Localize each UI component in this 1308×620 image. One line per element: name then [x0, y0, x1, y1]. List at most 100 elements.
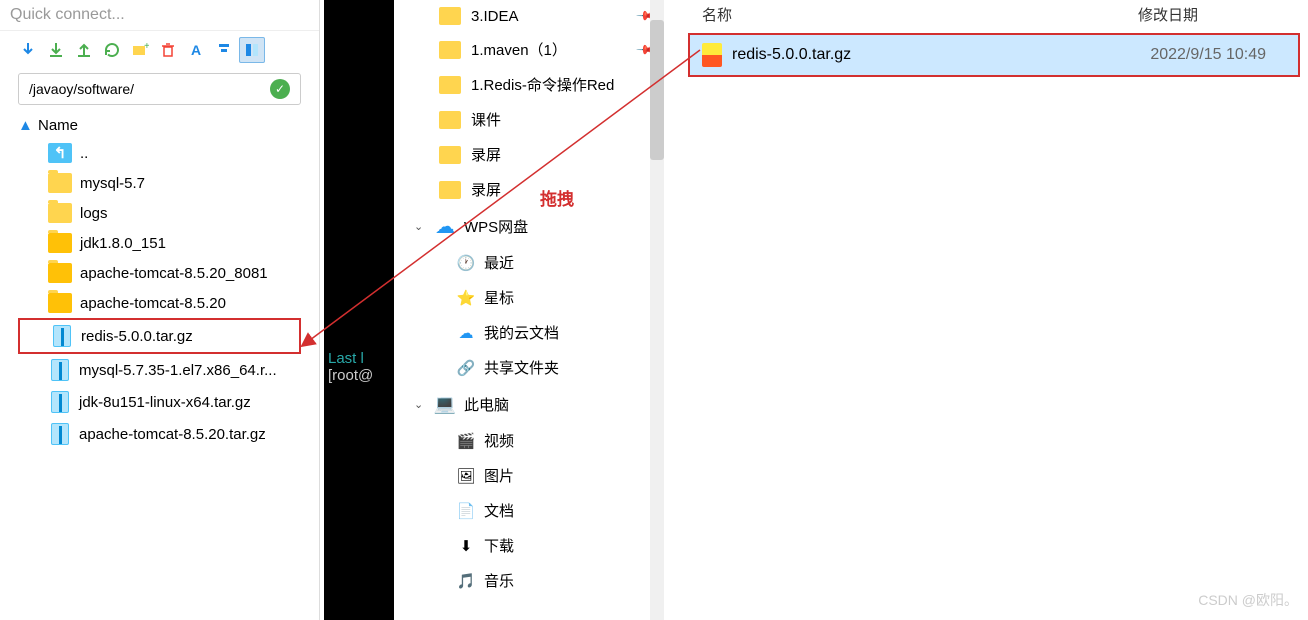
- panel-icon[interactable]: [239, 37, 265, 63]
- file-item[interactable]: apache-tomcat-8.5.20_8081: [18, 258, 301, 288]
- filter-icon[interactable]: [211, 37, 237, 63]
- up-icon: ↰: [48, 143, 72, 163]
- toolbar: + A: [0, 31, 319, 69]
- text-icon[interactable]: A: [183, 37, 209, 63]
- file-name: apache-tomcat-8.5.20.tar.gz: [79, 426, 266, 443]
- collapse-icon[interactable]: ▲: [18, 117, 38, 134]
- doc-icon: 📄: [456, 501, 476, 521]
- delete-icon[interactable]: [155, 37, 181, 63]
- pc-item[interactable]: ›🖼图片: [394, 458, 664, 493]
- path-check-icon: ✓: [270, 79, 290, 99]
- wps-item[interactable]: ›🔗共享文件夹: [394, 350, 664, 385]
- file-date: 2022/9/15 10:49: [1150, 46, 1286, 64]
- pc-item[interactable]: ›🎵音乐: [394, 563, 664, 598]
- download-icon[interactable]: [15, 37, 41, 63]
- download-alt-icon[interactable]: [43, 37, 69, 63]
- file-name: mysql-5.7: [80, 175, 145, 192]
- item-label: 录屏: [471, 144, 501, 165]
- pc-item[interactable]: ›🎬视频: [394, 423, 664, 458]
- pc-item[interactable]: ›⬇下载: [394, 528, 664, 563]
- file-item[interactable]: apache-tomcat-8.5.20: [18, 288, 301, 318]
- clock-icon: 🕐: [456, 253, 476, 273]
- quick-access-item[interactable]: 3.IDEA📌: [394, 0, 664, 32]
- tree-header[interactable]: ▲ Name: [18, 113, 301, 138]
- folder-icon: [48, 173, 72, 193]
- folder-icon: [48, 203, 72, 223]
- item-label: 音乐: [484, 570, 514, 591]
- upload-icon[interactable]: [71, 37, 97, 63]
- quick-connect-input[interactable]: Quick connect...: [0, 0, 319, 31]
- quick-access-item[interactable]: 课件: [394, 102, 664, 137]
- scrollbar[interactable]: [650, 0, 664, 620]
- file-item[interactable]: mysql-5.7: [18, 168, 301, 198]
- archive-icon: [702, 43, 722, 67]
- archive-icon: [51, 359, 69, 381]
- folder-icon: [48, 263, 72, 283]
- pc-section[interactable]: ⌄ 💻 此电脑: [394, 385, 664, 423]
- folder-icon: [439, 111, 461, 129]
- pc-item[interactable]: ›📄文档: [394, 493, 664, 528]
- file-item[interactable]: jdk-8u151-linux-x64.tar.gz: [18, 386, 301, 418]
- item-label: 文档: [484, 500, 514, 521]
- svg-text:A: A: [191, 42, 201, 58]
- new-folder-icon[interactable]: +: [127, 37, 153, 63]
- name-column: Name: [38, 117, 78, 134]
- folder-icon: [439, 76, 461, 94]
- wps-section[interactable]: ⌄ ☁ WPS网盘: [394, 207, 664, 245]
- item-label: 课件: [471, 109, 501, 130]
- quick-access-item[interactable]: 录屏: [394, 137, 664, 172]
- item-label: 1.maven（1）: [471, 39, 567, 60]
- item-label: 最近: [484, 252, 514, 273]
- quick-access-item[interactable]: 1.Redis-命令操作Red: [394, 67, 664, 102]
- item-label: 录屏: [471, 179, 501, 200]
- terminal-line: [root@: [328, 367, 394, 384]
- path-input[interactable]: /javaoy/software/ ✓: [18, 73, 301, 105]
- image-icon: 🖼: [456, 466, 476, 486]
- file-name: apache-tomcat-8.5.20: [80, 295, 226, 312]
- archive-icon: [51, 391, 69, 413]
- path-text: /javaoy/software/: [29, 81, 134, 97]
- file-item[interactable]: apache-tomcat-8.5.20.tar.gz: [18, 418, 301, 450]
- archive-icon: [51, 423, 69, 445]
- file-name: logs: [80, 205, 108, 222]
- name-column-header[interactable]: 名称: [690, 4, 1138, 25]
- item-label: 1.Redis-命令操作Red: [471, 74, 614, 95]
- file-name: jdk-8u151-linux-x64.tar.gz: [79, 394, 251, 411]
- archive-icon: [53, 325, 71, 347]
- wps-item[interactable]: ›☁我的云文档: [394, 315, 664, 350]
- file-item[interactable]: jdk1.8.0_151: [18, 228, 301, 258]
- refresh-icon[interactable]: [99, 37, 125, 63]
- date-column-header[interactable]: 修改日期: [1138, 4, 1298, 25]
- file-item[interactable]: redis-5.0.0.tar.gz: [18, 318, 301, 354]
- file-list-panel: 名称 修改日期 redis-5.0.0.tar.gz 2022/9/15 10:…: [680, 0, 1308, 620]
- file-item[interactable]: logs: [18, 198, 301, 228]
- file-item[interactable]: mysql-5.7.35-1.el7.x86_64.r...: [18, 354, 301, 386]
- wps-item[interactable]: ›⭐星标: [394, 280, 664, 315]
- file-name: apache-tomcat-8.5.20_8081: [80, 265, 268, 282]
- svg-text:+: +: [144, 41, 149, 52]
- item-label: 共享文件夹: [484, 357, 559, 378]
- wps-item[interactable]: ›🕐最近: [394, 245, 664, 280]
- cloud-icon: ☁: [434, 215, 456, 237]
- pc-icon: 💻: [434, 393, 456, 415]
- music-icon: 🎵: [456, 571, 476, 591]
- file-name: redis-5.0.0.tar.gz: [732, 46, 851, 64]
- watermark: CSDN @欧阳。: [1198, 590, 1298, 610]
- folder-icon: [439, 146, 461, 164]
- quick-access-item[interactable]: 1.maven（1）📌: [394, 32, 664, 67]
- star-icon: ⭐: [456, 288, 476, 308]
- file-name: ..: [80, 145, 88, 162]
- scrollbar-thumb[interactable]: [650, 20, 664, 160]
- file-name: mysql-5.7.35-1.el7.x86_64.r...: [79, 362, 277, 379]
- file-item[interactable]: ↰..: [18, 138, 301, 168]
- item-label: 视频: [484, 430, 514, 451]
- explorer-nav: 3.IDEA📌1.maven（1）📌1.Redis-命令操作Red课件录屏录屏 …: [394, 0, 664, 620]
- file-row-redis[interactable]: redis-5.0.0.tar.gz 2022/9/15 10:49: [688, 33, 1300, 77]
- quick-access-item[interactable]: 录屏: [394, 172, 664, 207]
- file-name: redis-5.0.0.tar.gz: [81, 328, 193, 345]
- file-tree: ▲ Name ↰.. mysql-5.7 logs jdk1.8.0_151apach…: [0, 109, 319, 454]
- folder-icon: [439, 181, 461, 199]
- terminal[interactable]: Last l [root@: [324, 0, 394, 620]
- download-icon: ⬇: [456, 536, 476, 556]
- pc-label: 此电脑: [464, 394, 509, 415]
